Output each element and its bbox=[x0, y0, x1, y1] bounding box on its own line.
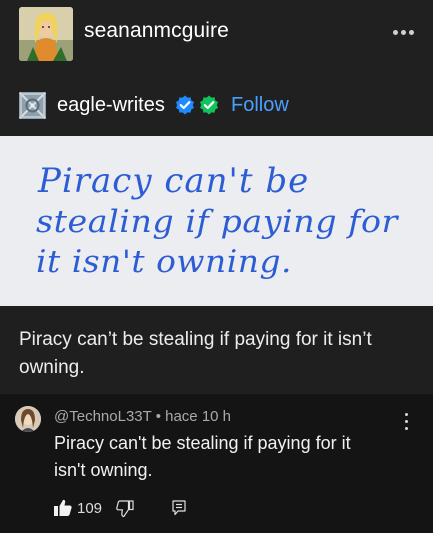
follow-button[interactable]: Follow bbox=[231, 94, 289, 117]
comment-text: Piracy can't be stealing if paying for i… bbox=[54, 433, 351, 480]
meta-separator: • bbox=[155, 408, 161, 425]
calligraphy-line-2: stealing if paying for bbox=[36, 204, 400, 240]
post-author-username[interactable]: seananmcguire bbox=[84, 19, 229, 43]
thumbs-up-icon[interactable] bbox=[53, 498, 73, 518]
more-options-icon[interactable] bbox=[391, 21, 417, 41]
pattern-avatar-icon[interactable] bbox=[19, 92, 46, 119]
post-header: seananmcguire bbox=[0, 0, 433, 72]
blue-check-badge-icon bbox=[175, 95, 195, 115]
calligraphy-line-3: it isn't owning. bbox=[36, 244, 292, 280]
commenter-avatar bbox=[15, 406, 41, 432]
calligraphy-image: Piracy can't be stealing if paying for i… bbox=[0, 136, 433, 306]
post-body-text: Piracy can’t be stealing if paying for i… bbox=[19, 329, 372, 378]
like-count: 109 bbox=[77, 500, 103, 517]
comment-author[interactable]: @TechnoL33T bbox=[54, 408, 152, 425]
calligraphy-line-1: Piracy can't be bbox=[37, 161, 309, 201]
kebab-menu-icon[interactable] bbox=[401, 411, 413, 433]
youtube-comment-card: @TechnoL33T • hace 10 h Piracy can't be … bbox=[0, 394, 433, 533]
illustrated-avatar-icon[interactable] bbox=[19, 7, 73, 61]
comment-meta: @TechnoL33T • hace 10 h bbox=[54, 408, 231, 425]
green-check-badge-icon bbox=[199, 95, 219, 115]
reblog-source-row: eagle-writes Follow bbox=[0, 72, 433, 136]
reblog-author-username[interactable]: eagle-writes bbox=[57, 94, 165, 117]
reply-icon[interactable] bbox=[172, 500, 186, 516]
comment-time: hace 10 h bbox=[165, 408, 232, 425]
thumbs-down-icon[interactable] bbox=[116, 500, 134, 518]
